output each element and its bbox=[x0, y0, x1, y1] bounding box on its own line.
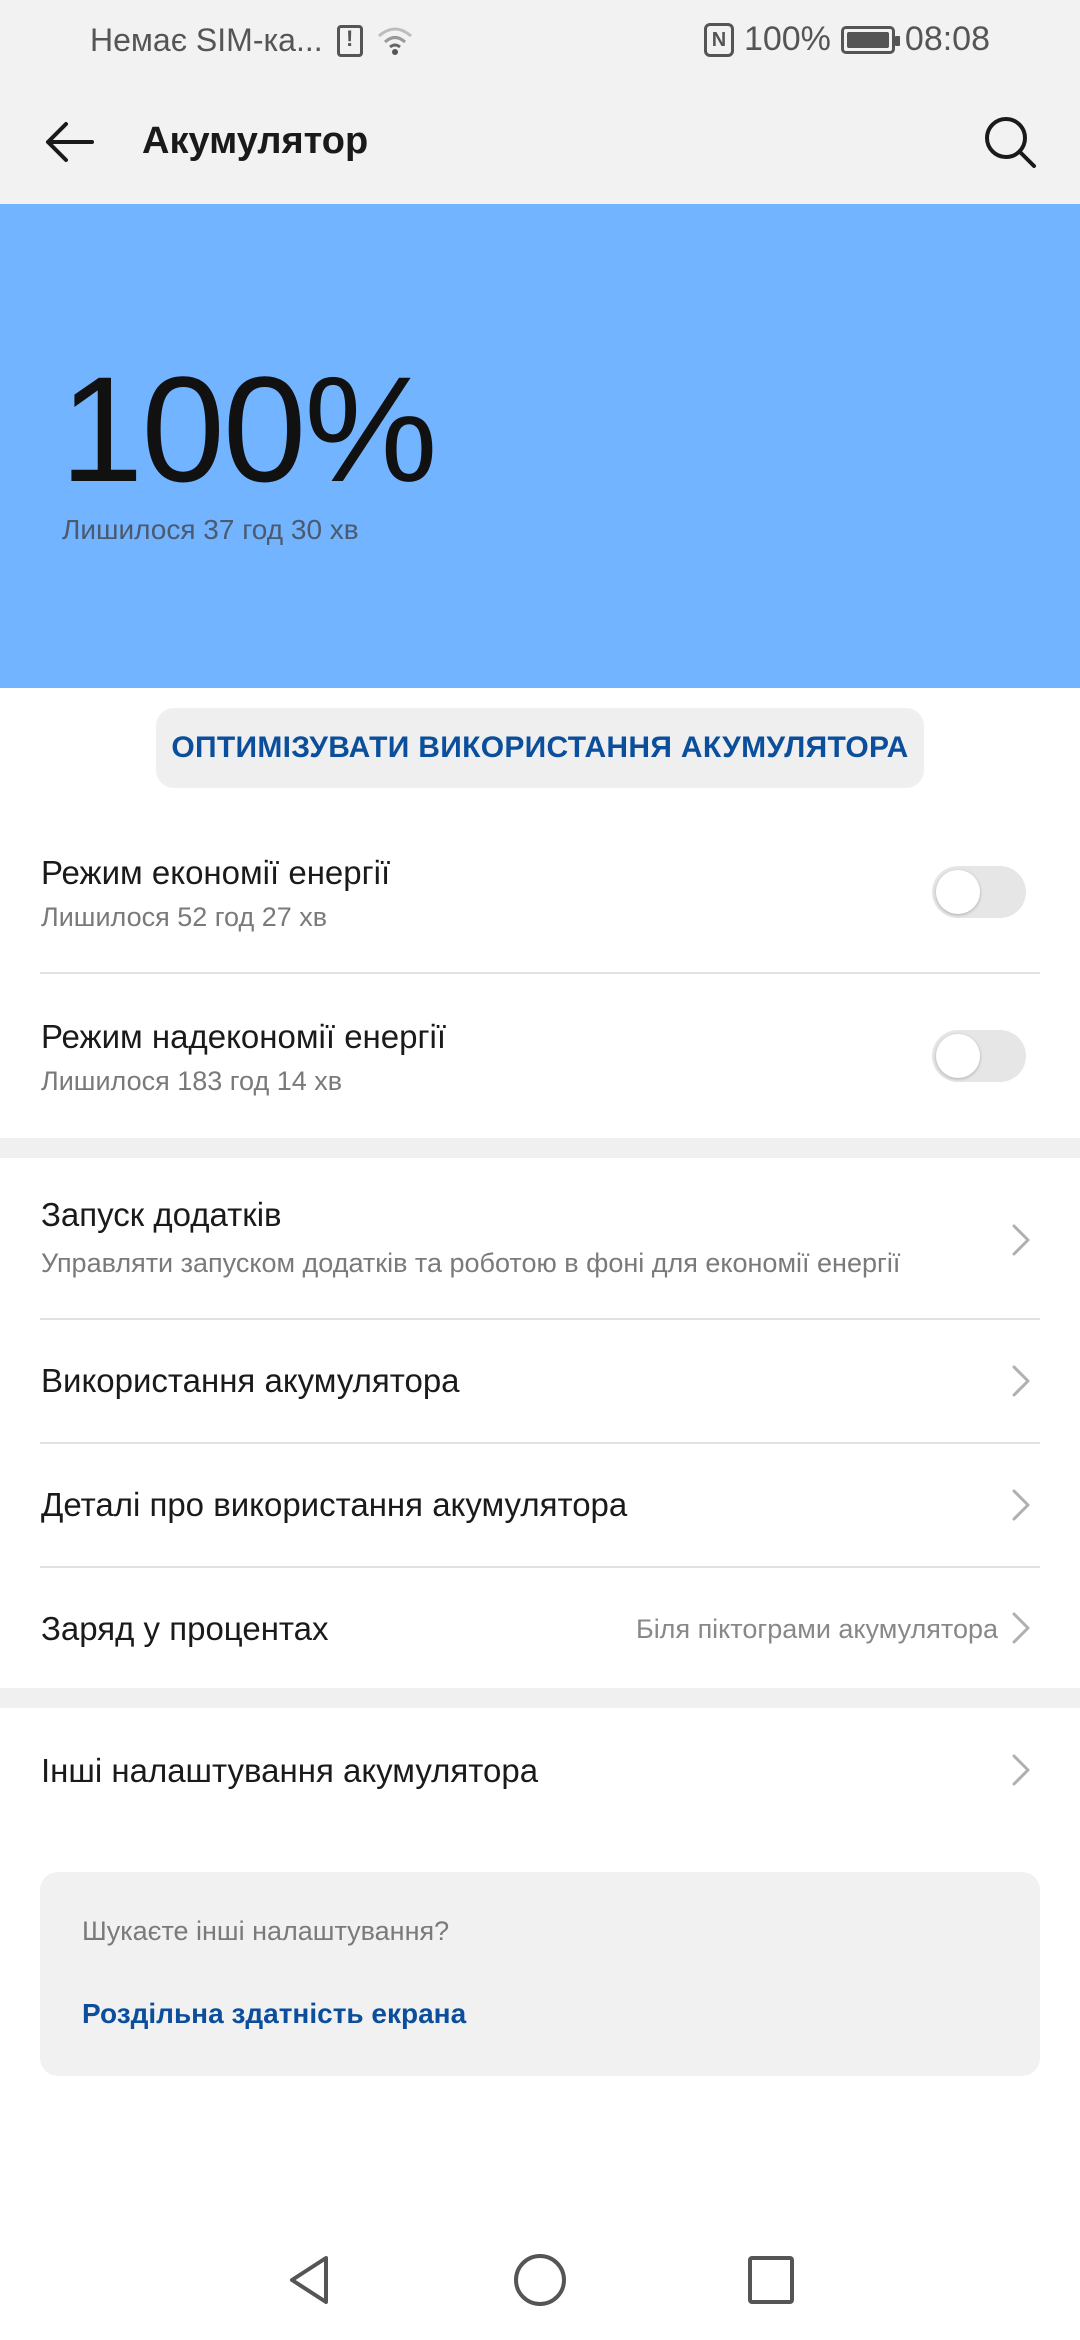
more-battery-settings-row[interactable]: Інші налаштування акумулятора bbox=[0, 1708, 1080, 1832]
app-launch-subtitle: Управляти запуском додатків та роботою в… bbox=[41, 1248, 901, 1278]
nav-back-button[interactable] bbox=[280, 2250, 340, 2310]
battery-usage-details-title: Деталі про використання акумулятора bbox=[41, 1486, 628, 1523]
app-launch-row[interactable]: Запуск додатків Управляти запуском додат… bbox=[0, 1160, 1080, 1320]
optimize-battery-button[interactable]: ОПТИМІЗУВАТИ ВИКОРИСТАННЯ АКУМУЛЯТОРА bbox=[156, 708, 924, 788]
toggle-knob bbox=[936, 870, 980, 914]
ultra-power-saving-subtitle: Лишилося 183 год 14 хв bbox=[41, 1066, 343, 1096]
ultra-power-saving-row[interactable]: Режим надекономії енергії Лишилося 183 г… bbox=[0, 984, 1080, 1134]
carrier-text: Немає SIM-ка... bbox=[90, 22, 323, 58]
nfc-icon: N bbox=[703, 22, 734, 57]
battery-remaining: Лишилося 37 год 30 хв bbox=[62, 514, 359, 545]
chevron-right-icon bbox=[1012, 1754, 1030, 1786]
power-saving-mode-title: Режим економії енергії bbox=[41, 854, 391, 891]
app-bar: Акумулятор bbox=[0, 80, 1080, 204]
power-saving-mode-subtitle: Лишилося 52 год 27 хв bbox=[41, 902, 328, 932]
power-saving-mode-toggle[interactable] bbox=[932, 866, 1026, 918]
nav-recents-button[interactable] bbox=[740, 2250, 800, 2310]
battery-hero: 100% Лишилося 37 год 30 хв bbox=[0, 204, 1080, 688]
suggestion-card: Шукаєте інші налаштування? Роздільна зда… bbox=[40, 1872, 1040, 2076]
screen-resolution-link[interactable]: Роздільна здатність екрана bbox=[82, 1998, 466, 2030]
battery-usage-row[interactable]: Використання акумулятора bbox=[0, 1320, 1080, 1442]
back-triangle-icon bbox=[290, 2256, 328, 2304]
more-battery-settings-title: Інші налаштування акумулятора bbox=[41, 1752, 539, 1789]
chevron-right-icon bbox=[1012, 1612, 1030, 1644]
section-separator bbox=[0, 1138, 1080, 1158]
status-bar: Немає SIM-ка... N 100% 08:08 bbox=[0, 0, 1080, 80]
page-title: Акумулятор bbox=[142, 120, 369, 162]
battery-usage-title: Використання акумулятора bbox=[41, 1362, 460, 1399]
chevron-right-icon bbox=[1012, 1365, 1030, 1397]
battery-percentage-title: Заряд у процентах bbox=[41, 1610, 329, 1647]
status-left: Немає SIM-ка... bbox=[90, 22, 413, 59]
battery-icon bbox=[840, 25, 900, 54]
clock: 08:08 bbox=[904, 20, 990, 58]
battery-percentage-row[interactable]: Заряд у процентах Біля піктограми акумул… bbox=[0, 1568, 1080, 1688]
status-right: N 100% 08:08 bbox=[703, 20, 990, 59]
sim-alert-icon bbox=[336, 24, 363, 57]
navigation-bar bbox=[0, 2220, 1080, 2340]
chevron-right-icon bbox=[1012, 1224, 1030, 1256]
section-separator bbox=[0, 1688, 1080, 1708]
battery-percentage-value: Біля піктограми акумулятора bbox=[635, 1614, 998, 1644]
wifi-icon bbox=[377, 27, 412, 55]
search-button[interactable] bbox=[980, 112, 1040, 172]
chevron-right-icon bbox=[1012, 1489, 1030, 1521]
ultra-power-saving-title: Режим надекономії енергії bbox=[41, 1018, 447, 1055]
back-arrow-icon bbox=[46, 122, 94, 162]
nav-home-button[interactable] bbox=[510, 2250, 570, 2310]
toggle-knob bbox=[936, 1034, 980, 1078]
back-button[interactable] bbox=[40, 112, 100, 172]
battery-level: 100% bbox=[60, 345, 438, 513]
divider bbox=[40, 972, 1040, 974]
app-launch-title: Запуск додатків bbox=[41, 1196, 282, 1233]
ultra-power-saving-toggle[interactable] bbox=[932, 1030, 1026, 1082]
home-circle-icon bbox=[514, 2254, 566, 2306]
search-icon bbox=[985, 117, 1036, 168]
battery-usage-details-row[interactable]: Деталі про використання акумулятора bbox=[0, 1444, 1080, 1566]
battery-percent-text: 100% bbox=[743, 20, 831, 58]
battery-settings-page: Немає SIM-ка... N 100% 08:08 Акумулятор bbox=[0, 0, 1080, 2340]
power-saving-mode-row[interactable]: Режим економії енергії Лишилося 52 год 2… bbox=[0, 820, 1080, 970]
recents-square-icon bbox=[748, 2256, 794, 2304]
suggestion-title: Шукаєте інші налаштування? bbox=[82, 1916, 450, 1946]
